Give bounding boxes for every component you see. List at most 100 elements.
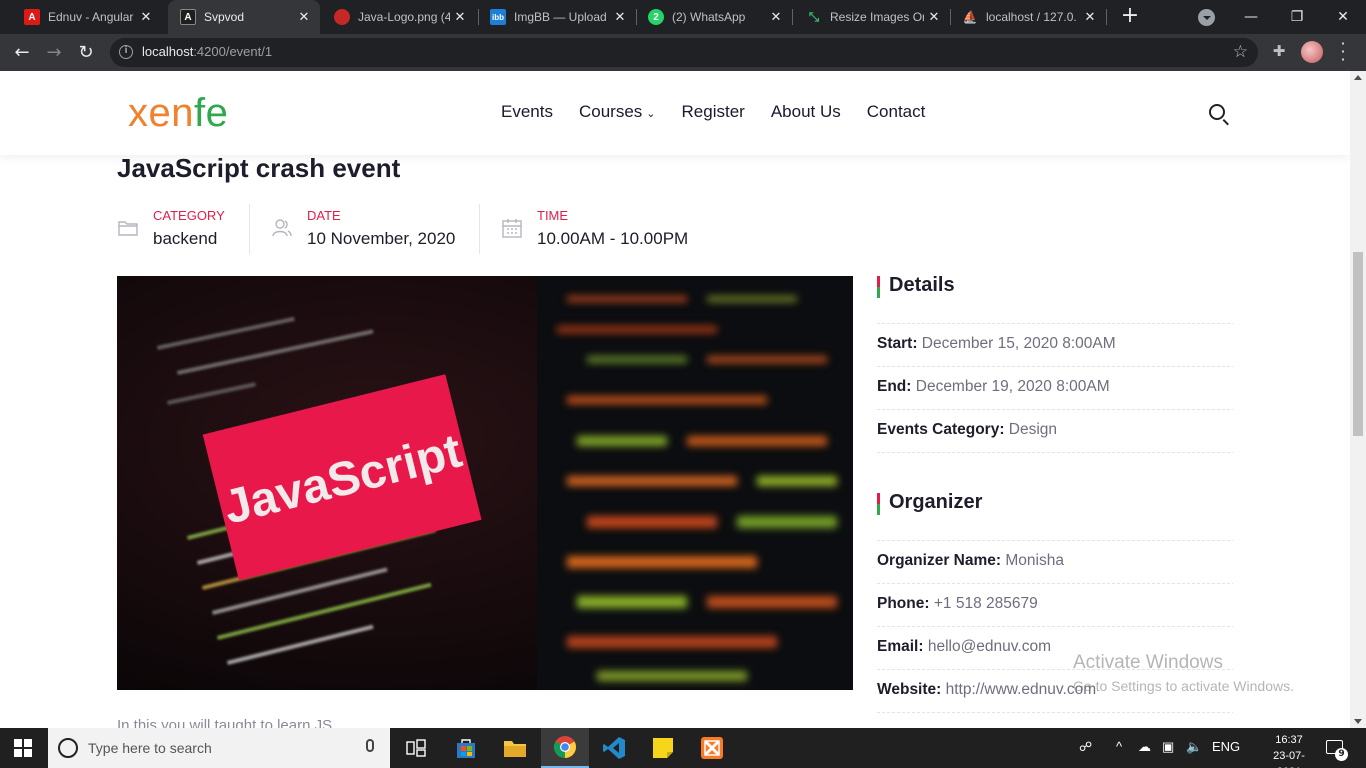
tab-ednuv-angular[interactable]: A Ednuv - Angular ✕: [12, 0, 162, 34]
meta-label: CATEGORY: [153, 208, 225, 223]
file-explorer-icon[interactable]: [491, 728, 539, 768]
nav-about-us[interactable]: About Us: [771, 102, 841, 122]
tab-close-icon[interactable]: ✕: [450, 9, 470, 25]
nav-register[interactable]: Register: [682, 102, 745, 122]
windows-start-icon[interactable]: [14, 739, 32, 757]
address-bar[interactable]: i localhost:4200/event/1 ☆: [110, 38, 1258, 67]
minimize-icon[interactable]: —: [1228, 0, 1274, 34]
meta-value: 10.00AM - 10.00PM: [537, 229, 689, 248]
bookmark-star-icon[interactable]: ☆: [1233, 42, 1248, 62]
nav-contact[interactable]: Contact: [867, 102, 926, 122]
site-logo[interactable]: xenfe: [128, 91, 228, 136]
restore-icon[interactable]: ❐: [1274, 0, 1320, 34]
meta-label: DATE: [307, 208, 341, 223]
main-nav: Events Courses ⌄ Register About Us Contac…: [501, 102, 925, 122]
calendar-icon: [502, 219, 522, 238]
new-tab-button[interactable]: +: [1118, 4, 1142, 28]
tab-close-icon[interactable]: ✕: [1080, 9, 1100, 25]
imgbb-icon: ibb: [490, 9, 506, 25]
browser-toolbar: ← → ↻ i localhost:4200/event/1 ☆: [0, 34, 1366, 71]
meta-date: DATE 10 November, 2020: [271, 205, 471, 255]
details-category: Events Category: Design: [877, 421, 1058, 438]
window-close-icon[interactable]: ✕: [1320, 0, 1366, 34]
task-view-icon[interactable]: [392, 728, 440, 768]
tab-title: Java-Logo.png (4: [358, 10, 450, 24]
details-start: Start: December 15, 2020 8:00AM: [877, 335, 1116, 352]
organizer-website: Website: http://www.ednuv.com: [877, 681, 1097, 698]
browser-tab-strip: A Ednuv - Angular ✕ A Svpvod ✕ Java-Logo…: [0, 0, 1366, 34]
details-end: End: December 19, 2020 8:00AM: [877, 378, 1110, 395]
vscode-icon[interactable]: [590, 728, 638, 768]
page-scrollbar[interactable]: [1350, 71, 1366, 728]
meta-label: TIME: [537, 208, 569, 223]
reload-icon[interactable]: ↻: [72, 39, 100, 67]
meta-time: TIME 10.00AM - 10.00PM: [501, 205, 721, 255]
phpmyadmin-icon: ⛵: [962, 10, 978, 24]
chevron-down-icon: ⌄: [646, 108, 656, 120]
tab-resize-images[interactable]: ⤡ Resize Images On ✕: [794, 0, 950, 34]
forward-icon[interactable]: →: [40, 39, 68, 67]
tab-phpmyadmin[interactable]: ⛵ localhost / 127.0. ✕: [950, 0, 1106, 34]
search-placeholder: Type here to search: [88, 740, 212, 756]
users-icon: [272, 219, 292, 237]
tab-title: Svpvod: [204, 10, 245, 24]
chrome-taskbar-icon[interactable]: [541, 728, 589, 768]
tab-title: Resize Images On: [830, 10, 924, 24]
scrollbar-thumb[interactable]: [1353, 252, 1363, 436]
folder-icon: [118, 221, 138, 236]
tab-whatsapp[interactable]: 2 (2) WhatsApp ✕: [636, 0, 792, 34]
windows-taskbar: Type here to search ☍ ^ ☁ ▣ 🔈 ENG 16:37 …: [0, 728, 1366, 768]
profile-avatar[interactable]: [1301, 41, 1323, 63]
javascript-code-photo: JavaScript: [117, 276, 853, 690]
volume-icon[interactable]: 🔈: [1186, 739, 1202, 755]
organizer-name: Organizer Name: Monisha: [877, 552, 1064, 569]
nav-courses[interactable]: Courses ⌄: [579, 102, 656, 122]
browser-menu-icon[interactable]: · · ·: [1336, 36, 1350, 68]
tab-close-icon[interactable]: ✕: [924, 9, 944, 25]
tab-close-icon[interactable]: ✕: [610, 9, 630, 25]
language-indicator[interactable]: ENG: [1212, 739, 1240, 754]
site-header: xenfe Events Courses ⌄ Register About Us …: [0, 71, 1350, 155]
taskbar-search-box[interactable]: Type here to search: [48, 728, 390, 768]
tab-close-icon[interactable]: ✕: [136, 9, 156, 25]
details-heading: Details: [877, 274, 955, 298]
site-info-icon[interactable]: i: [119, 45, 133, 59]
onedrive-icon[interactable]: ☁: [1138, 739, 1151, 755]
tab-title: (2) WhatsApp: [672, 10, 746, 24]
meta-value: backend: [153, 229, 218, 248]
url-text: localhost:4200/event/1: [142, 44, 273, 59]
back-icon[interactable]: ←: [8, 39, 36, 67]
xampp-icon[interactable]: [688, 728, 736, 768]
people-icon[interactable]: ☍: [1079, 739, 1092, 755]
resize-icon: ⤡: [808, 9, 820, 24]
tab-java-logo[interactable]: Java-Logo.png (4 ✕: [322, 0, 476, 34]
nav-events[interactable]: Events: [501, 102, 553, 122]
tab-imgbb[interactable]: ibb ImgBB — Upload ✕: [478, 0, 636, 34]
network-icon[interactable]: ▣: [1162, 739, 1174, 755]
organizer-heading: Organizer: [877, 491, 982, 515]
tab-svpvod[interactable]: A Svpvod ✕: [168, 0, 320, 34]
microphone-icon[interactable]: [366, 739, 374, 752]
email-link[interactable]: hello@ednuv.com: [928, 638, 1051, 655]
event-image: JavaScript: [117, 276, 853, 690]
angular-icon: A: [24, 9, 40, 25]
whatsapp-icon: 2: [648, 9, 664, 25]
system-clock[interactable]: 16:37 23-07-2021: [1264, 732, 1314, 768]
sticky-notes-icon[interactable]: [639, 728, 687, 768]
tab-close-icon[interactable]: ✕: [766, 9, 786, 25]
activate-windows-watermark: Activate Windows Go to Settings to activ…: [1073, 652, 1294, 694]
tab-close-icon[interactable]: ✕: [294, 9, 314, 25]
meta-value: 10 November, 2020: [307, 229, 456, 248]
globe-icon: [334, 9, 350, 25]
tab-title: ImgBB — Upload: [514, 10, 607, 24]
tab-title: localhost / 127.0.: [986, 10, 1077, 24]
store-icon[interactable]: [442, 728, 490, 768]
cortana-icon: [58, 738, 78, 758]
search-icon[interactable]: [1209, 104, 1225, 120]
meta-category: CATEGORY backend: [117, 205, 247, 255]
tab-search-icon[interactable]: [1198, 9, 1215, 26]
organizer-email: Email: hello@ednuv.com: [877, 638, 1051, 655]
extensions-icon[interactable]: ✚: [1270, 42, 1288, 60]
page-viewport: xenfe Events Courses ⌄ Register About Us …: [0, 71, 1350, 728]
show-hidden-icons-icon[interactable]: ^: [1116, 739, 1122, 754]
